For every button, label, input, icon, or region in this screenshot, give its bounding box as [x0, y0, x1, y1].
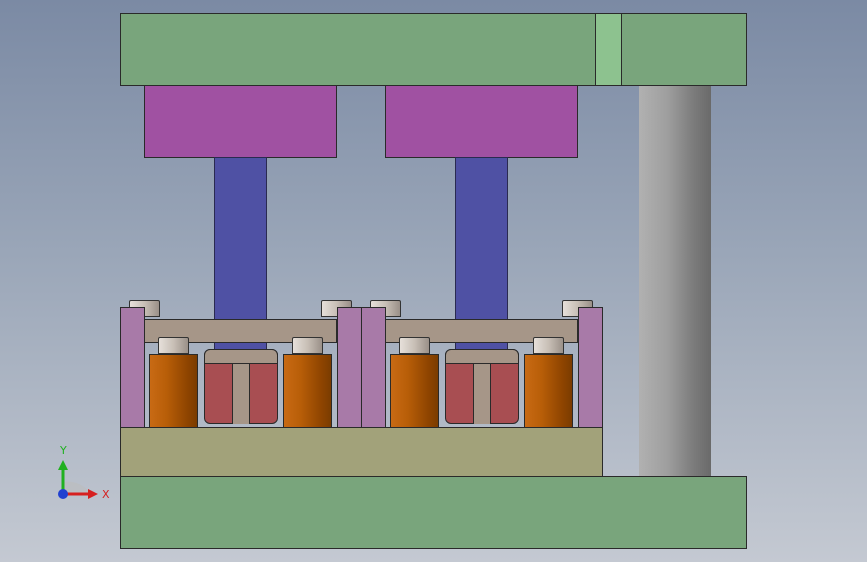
- roller-cylinder[interactable]: [390, 354, 439, 428]
- side-post[interactable]: [120, 307, 145, 428]
- coordinate-triad-icon: Y X: [58, 444, 110, 501]
- guide-bushing-slot[interactable]: [595, 13, 622, 86]
- punch-holder-left[interactable]: [144, 85, 337, 158]
- bottom-die-plate[interactable]: [120, 476, 747, 549]
- roller-cylinder[interactable]: [524, 354, 573, 428]
- guide-pillar[interactable]: [639, 86, 711, 477]
- punch-holder-right[interactable]: [385, 85, 578, 158]
- side-post[interactable]: [361, 307, 386, 428]
- die-insert: [232, 364, 250, 424]
- z-axis-icon: [58, 489, 68, 499]
- die-base-plate[interactable]: [120, 427, 603, 477]
- die-insert: [473, 364, 491, 424]
- die-block-right[interactable]: [445, 349, 519, 424]
- y-axis-label: Y: [59, 444, 67, 457]
- roller-cylinder[interactable]: [283, 354, 332, 428]
- roller-cap[interactable]: [292, 337, 323, 354]
- roller-cap[interactable]: [399, 337, 430, 354]
- side-post[interactable]: [337, 307, 362, 428]
- side-post[interactable]: [578, 307, 603, 428]
- die-block-top: [204, 349, 278, 364]
- roller-cylinder[interactable]: [149, 354, 198, 428]
- top-die-plate[interactable]: [120, 13, 747, 86]
- roller-cap[interactable]: [158, 337, 189, 354]
- roller-cap[interactable]: [533, 337, 564, 354]
- die-block-top: [445, 349, 519, 364]
- die-block-left[interactable]: [204, 349, 278, 424]
- x-axis-label: X: [102, 488, 110, 501]
